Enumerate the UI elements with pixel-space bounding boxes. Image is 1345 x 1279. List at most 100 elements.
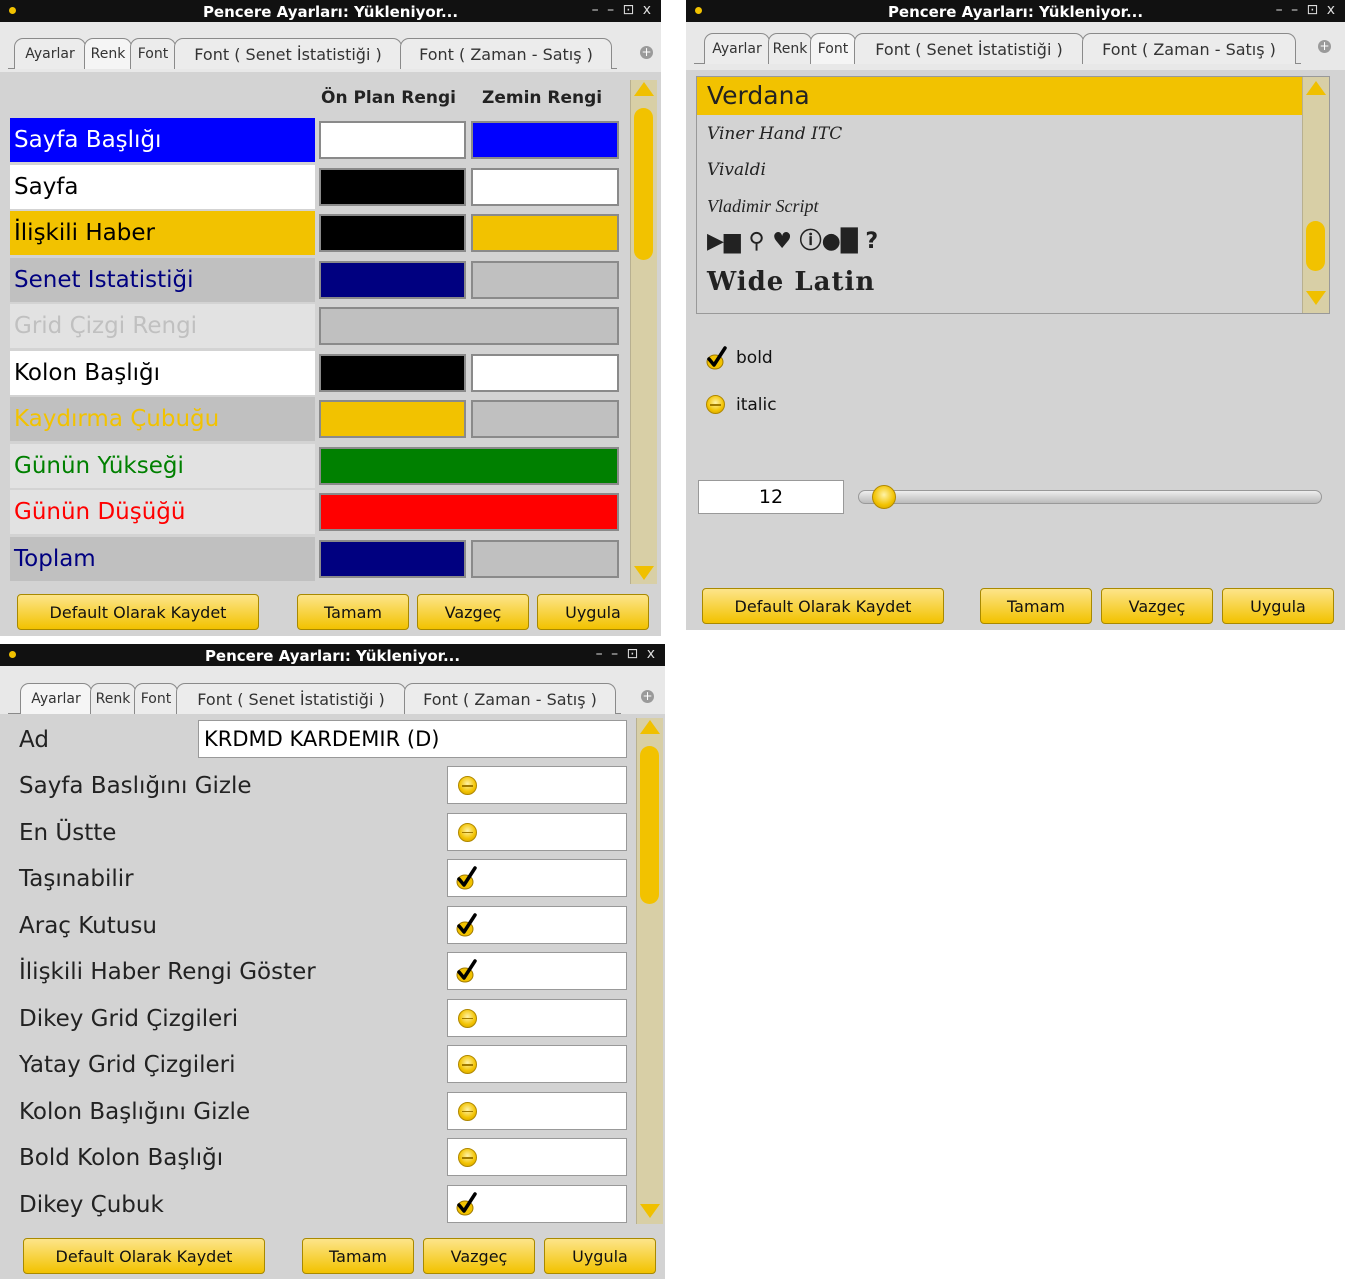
- font-item[interactable]: Vivaldi: [697, 151, 1302, 189]
- tab-renk[interactable]: Renk: [90, 683, 136, 714]
- scroll-up-icon[interactable]: [1306, 81, 1326, 95]
- title-bar[interactable]: Pencere Ayarları: Yükleniyor... – – ⊡ x: [0, 0, 661, 22]
- foreground-color-swatch[interactable]: [319, 400, 466, 438]
- header-background: Zemin Rengi: [482, 88, 603, 108]
- scroll-thumb[interactable]: [640, 746, 659, 904]
- window-controls[interactable]: – – ⊡ x: [596, 646, 657, 662]
- font-item-selected[interactable]: Verdana: [697, 77, 1302, 115]
- ok-button[interactable]: Tamam: [302, 1238, 414, 1274]
- tab-font-senet[interactable]: Font ( Senet İstatistiği ): [174, 38, 402, 69]
- name-input[interactable]: KRDMD KARDEMIR (D): [198, 720, 627, 758]
- apply-button[interactable]: Uygula: [1222, 588, 1334, 624]
- apply-button[interactable]: Uygula: [537, 594, 649, 630]
- tab-font-senet[interactable]: Font ( Senet İstatistiği ): [854, 33, 1084, 64]
- checkmark-icon[interactable]: [456, 866, 477, 890]
- font-item[interactable]: Vladimir Script: [697, 187, 1302, 225]
- background-color-swatch[interactable]: [471, 121, 619, 159]
- option-row: Dikey Çubuk: [10, 1183, 630, 1229]
- font-item[interactable]: ▶▆ ⚲ ♥ ⓘ●█ ?: [697, 223, 1302, 261]
- ok-button[interactable]: Tamam: [297, 594, 409, 630]
- tab-font-zaman[interactable]: Font ( Zaman - Satış ): [1082, 33, 1296, 64]
- save-default-button[interactable]: Default Olarak Kaydet: [23, 1238, 265, 1274]
- bold-label: bold: [736, 348, 773, 368]
- foreground-color-swatch[interactable]: [319, 446, 619, 485]
- foreground-color-swatch[interactable]: [319, 260, 466, 299]
- background-color-swatch[interactable]: [471, 214, 619, 252]
- font-item[interactable]: Wide Latin: [697, 263, 1302, 301]
- scroll-up-icon[interactable]: [640, 720, 660, 734]
- foreground-color-swatch[interactable]: [319, 167, 466, 206]
- tab-ayarlar[interactable]: Ayarlar: [704, 33, 770, 64]
- foreground-color-swatch[interactable]: [319, 353, 466, 392]
- unchecked-toggle-icon[interactable]: [458, 1101, 477, 1121]
- checkmark-icon[interactable]: [456, 959, 477, 983]
- color-row-label: İlişkili Haber: [10, 211, 315, 255]
- scroll-down-icon[interactable]: [640, 1204, 660, 1218]
- font-size-input[interactable]: 12: [698, 480, 844, 514]
- tab-renk[interactable]: Renk: [768, 33, 812, 64]
- add-tab-icon[interactable]: +: [640, 46, 653, 59]
- tab-font[interactable]: Font: [130, 38, 176, 69]
- slider-knob[interactable]: [871, 485, 896, 509]
- background-color-swatch[interactable]: [471, 539, 619, 578]
- window-controls[interactable]: – – ⊡ x: [592, 2, 653, 18]
- unchecked-toggle-icon[interactable]: [458, 776, 477, 795]
- background-color-swatch[interactable]: [471, 353, 619, 392]
- save-default-button[interactable]: Default Olarak Kaydet: [17, 594, 259, 630]
- foreground-color-swatch[interactable]: [319, 307, 619, 345]
- save-default-button[interactable]: Default Olarak Kaydet: [702, 588, 944, 624]
- cancel-button[interactable]: Vazgeç: [1101, 588, 1213, 624]
- foreground-color-swatch[interactable]: [319, 214, 466, 252]
- font-list-scrollbar[interactable]: [1302, 77, 1329, 313]
- cancel-button[interactable]: Vazgeç: [423, 1238, 535, 1274]
- scroll-down-icon[interactable]: [634, 566, 654, 580]
- color-row: Kaydırma Çubuğu: [10, 397, 619, 443]
- tab-ayarlar[interactable]: Ayarlar: [20, 683, 92, 714]
- header-foreground: Ön Plan Rengi: [321, 88, 456, 108]
- tab-font-zaman[interactable]: Font ( Zaman - Satış ): [400, 38, 612, 69]
- italic-checkbox[interactable]: [706, 395, 725, 414]
- tab-font-senet[interactable]: Font ( Senet İstatistiği ): [176, 683, 406, 714]
- tab-font-zaman[interactable]: Font ( Zaman - Satış ): [404, 683, 616, 714]
- vertical-scrollbar[interactable]: [630, 80, 657, 584]
- cancel-button[interactable]: Vazgeç: [417, 594, 529, 630]
- unchecked-toggle-icon[interactable]: [458, 1008, 477, 1028]
- tab-font[interactable]: Font: [810, 33, 856, 64]
- background-color-swatch[interactable]: [471, 167, 619, 206]
- option-label: Dikey Grid Çizgileri: [19, 1005, 239, 1032]
- color-row-label: Günün Düşüğü: [10, 490, 315, 534]
- add-tab-icon[interactable]: +: [1318, 40, 1331, 53]
- vertical-scrollbar[interactable]: [636, 718, 663, 1224]
- bold-checkbox[interactable]: [706, 346, 727, 370]
- font-item[interactable]: Viner Hand ITC: [697, 115, 1302, 153]
- title-bar[interactable]: Pencere Ayarları: Yükleniyor... – – ⊡ x: [686, 0, 1345, 22]
- checkmark-icon[interactable]: [456, 1191, 477, 1215]
- font-list[interactable]: Verdana Viner Hand ITC Vivaldi Vladimir …: [696, 76, 1330, 314]
- foreground-color-swatch[interactable]: [319, 539, 466, 578]
- background-color-swatch[interactable]: [471, 260, 619, 299]
- ok-button[interactable]: Tamam: [980, 588, 1092, 624]
- scroll-thumb[interactable]: [1306, 221, 1325, 271]
- option-row: Taşınabilir: [10, 857, 630, 903]
- apply-button[interactable]: Uygula: [544, 1238, 656, 1274]
- add-tab-icon[interactable]: +: [641, 690, 654, 703]
- color-row-label: Günün Yükseği: [10, 443, 315, 488]
- tab-renk[interactable]: Renk: [84, 38, 132, 69]
- foreground-color-swatch[interactable]: [319, 121, 466, 159]
- color-row-label: Kaydırma Çubuğu: [10, 397, 315, 441]
- unchecked-toggle-icon[interactable]: [458, 1148, 477, 1167]
- title-bar[interactable]: Pencere Ayarları: Yükleniyor... – – ⊡ x: [0, 644, 665, 666]
- scroll-down-icon[interactable]: [1306, 291, 1326, 305]
- scroll-thumb[interactable]: [634, 108, 653, 260]
- tab-ayarlar[interactable]: Ayarlar: [14, 38, 86, 69]
- color-row: Sayfa Başlığı: [10, 118, 619, 164]
- unchecked-toggle-icon[interactable]: [458, 1055, 477, 1074]
- unchecked-toggle-icon[interactable]: [458, 822, 477, 842]
- foreground-color-swatch[interactable]: [319, 493, 619, 531]
- window-controls[interactable]: – – ⊡ x: [1276, 2, 1337, 18]
- tab-font[interactable]: Font: [134, 683, 178, 714]
- font-size-slider[interactable]: [858, 485, 1322, 509]
- checkmark-icon[interactable]: [456, 912, 477, 936]
- scroll-up-icon[interactable]: [634, 82, 654, 96]
- background-color-swatch[interactable]: [471, 400, 619, 438]
